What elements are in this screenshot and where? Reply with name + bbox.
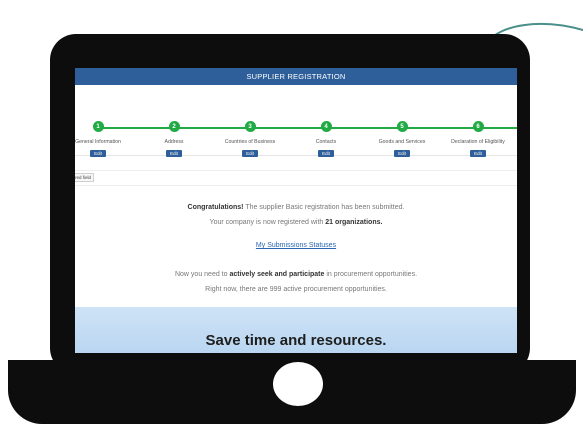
step-label: General Information: [75, 138, 121, 145]
step-number-badge: 1: [92, 121, 104, 132]
congratulations-line: Congratulations! The supplier Basic regi…: [75, 200, 517, 215]
step-general-information: 1 General Information Edit: [75, 121, 133, 157]
registered-text: Your company is now registered with: [209, 219, 326, 226]
step-number-badge: 2: [168, 121, 180, 132]
required-field-row: red field: [75, 170, 517, 186]
seek-prefix: Now you need to: [174, 271, 230, 278]
step-countries-of-business: 3 Countries of Business Edit: [215, 121, 285, 157]
step-label: Declaration of Eligibility: [451, 138, 505, 145]
step-goods-and-services: 5 Goods and Services Edit: [367, 121, 437, 157]
step-address: 2 Address Edit: [139, 121, 209, 157]
edit-general-information-button[interactable]: Edit: [90, 150, 106, 157]
step-label: Goods and Services: [378, 138, 426, 145]
step-declaration-of-eligibility: 6 Declaration of Eligibility Edit: [443, 121, 513, 157]
step-number-badge: 3: [244, 121, 256, 132]
promo-banner: Save time and resources.: [75, 307, 517, 353]
seek-suffix: in procurement opportunities.: [324, 271, 418, 278]
step-number-badge: 5: [396, 121, 408, 132]
step-number-badge: 4: [320, 121, 332, 132]
edit-goods-services-button[interactable]: Edit: [394, 150, 410, 157]
laptop-home-button-icon: [273, 362, 323, 406]
step-contacts: 4 Contacts Edit: [291, 121, 361, 157]
congratulations-bold: Congratulations!: [187, 204, 244, 211]
page-title: SUPPLIER REGISTRATION: [75, 68, 517, 85]
my-submissions-link[interactable]: My Submissions Statuses: [75, 238, 517, 253]
required-field-tag: red field: [75, 173, 95, 182]
edit-declaration-button[interactable]: Edit: [470, 150, 486, 157]
edit-countries-button[interactable]: Edit: [242, 150, 258, 157]
edit-contacts-button[interactable]: Edit: [318, 150, 334, 157]
step-label: Address: [164, 138, 184, 145]
registered-line: Your company is now registered with 21 o…: [75, 215, 517, 230]
step-label: Contacts: [315, 138, 337, 145]
banner-heading: Save time and resources.: [205, 332, 387, 349]
submission-message: Congratulations! The supplier Basic regi…: [75, 186, 517, 297]
registration-steps: 1 General Information Edit 2 Address Edi…: [75, 85, 517, 157]
step-label: Countries of Business: [224, 138, 276, 145]
laptop-screen: SUPPLIER REGISTRATION 1 General Informat…: [75, 68, 517, 353]
step-number-badge: 6: [472, 121, 484, 132]
edit-address-button[interactable]: Edit: [166, 150, 182, 157]
registered-count: 21 organizations.: [325, 219, 383, 226]
active-opportunities-line: Right now, there are 999 active procurem…: [205, 286, 387, 293]
seek-bold: actively seek and participate: [229, 271, 325, 278]
congratulations-text: The supplier Basic registration has been…: [243, 204, 405, 211]
seek-line: Now you need to actively seek and partic…: [75, 267, 517, 282]
